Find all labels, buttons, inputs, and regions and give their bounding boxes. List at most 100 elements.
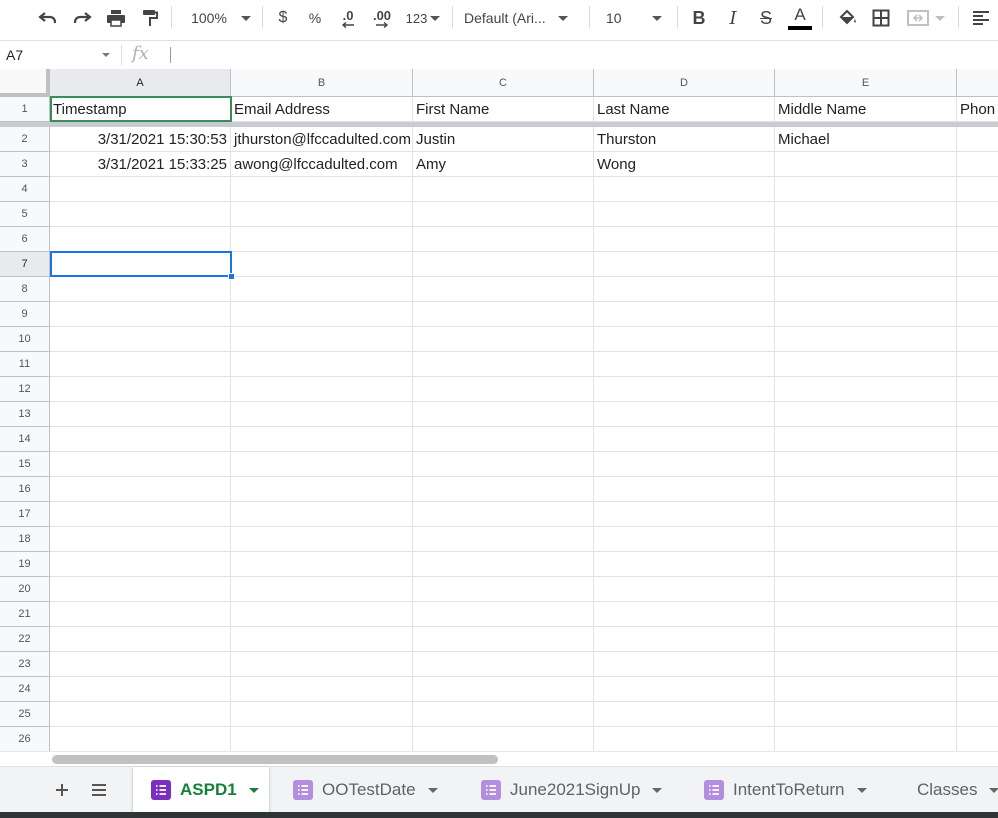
cell[interactable] (50, 377, 231, 402)
row-header-2[interactable]: 2 (0, 127, 50, 152)
cell[interactable] (957, 477, 998, 502)
cell[interactable] (957, 377, 998, 402)
cell[interactable] (231, 577, 413, 602)
row-header-14[interactable]: 14 (0, 427, 50, 452)
row-header-21[interactable]: 21 (0, 602, 50, 627)
cell[interactable] (231, 502, 413, 527)
sheet-tab-classes[interactable]: Classes (897, 767, 998, 813)
cell[interactable] (957, 727, 998, 751)
cell[interactable] (413, 602, 594, 627)
sheet-tab-aspd1[interactable]: ASPD1 (133, 767, 269, 813)
cell[interactable] (413, 302, 594, 327)
cell[interactable] (957, 552, 998, 577)
cell[interactable] (775, 352, 957, 377)
cell[interactable] (594, 727, 775, 751)
fill-color-icon[interactable] (834, 0, 860, 36)
cell[interactable] (957, 652, 998, 677)
name-box[interactable]: A7 (4, 45, 114, 65)
cell[interactable] (775, 702, 957, 727)
cell[interactable] (413, 477, 594, 502)
row-header-19[interactable]: 19 (0, 552, 50, 577)
data-cell[interactable] (775, 152, 957, 177)
cell[interactable] (775, 677, 957, 702)
cell[interactable] (231, 202, 413, 227)
cell[interactable] (231, 302, 413, 327)
row-header-1[interactable]: 1 (0, 97, 50, 122)
cell[interactable] (594, 327, 775, 352)
cell[interactable] (594, 677, 775, 702)
cell[interactable] (50, 527, 231, 552)
row-header-17[interactable]: 17 (0, 502, 50, 527)
horizontal-scrollbar[interactable] (0, 751, 998, 766)
cell[interactable] (231, 652, 413, 677)
cell[interactable] (50, 552, 231, 577)
header-cell[interactable]: Phon (957, 97, 998, 122)
paint-format-icon[interactable] (136, 0, 164, 36)
add-sheet-button[interactable] (50, 778, 74, 802)
row-header-15[interactable]: 15 (0, 452, 50, 477)
cell[interactable] (775, 302, 957, 327)
cell[interactable] (775, 527, 957, 552)
chevron-down-icon[interactable] (652, 787, 663, 793)
sheet-tab-ootestdate[interactable]: OOTestDate (275, 767, 461, 813)
cell[interactable] (50, 627, 231, 652)
cell[interactable] (775, 452, 957, 477)
cell[interactable] (50, 427, 231, 452)
cell[interactable] (775, 202, 957, 227)
cell[interactable] (594, 402, 775, 427)
cell[interactable] (775, 177, 957, 202)
print-icon[interactable] (102, 0, 130, 36)
formula-input[interactable] (170, 47, 171, 63)
cell[interactable] (594, 602, 775, 627)
sheet-tab-june2021signup[interactable]: June2021SignUp (463, 767, 683, 813)
cell[interactable] (957, 527, 998, 552)
cell[interactable] (957, 302, 998, 327)
borders-icon[interactable] (868, 0, 894, 36)
data-cell[interactable]: awong@lfccadulted.com (231, 152, 413, 177)
cell[interactable] (231, 602, 413, 627)
cell[interactable] (50, 352, 231, 377)
text-color-button[interactable]: A (786, 0, 814, 36)
row-header-11[interactable]: 11 (0, 352, 50, 377)
row-header-7[interactable]: 7 (0, 252, 50, 277)
redo-icon[interactable] (68, 0, 96, 36)
select-all-corner[interactable] (0, 69, 50, 97)
column-header-f[interactable] (957, 69, 998, 97)
align-left-icon[interactable] (968, 0, 994, 36)
cell[interactable] (231, 177, 413, 202)
zoom-select[interactable]: 100% (186, 0, 256, 36)
cell[interactable] (775, 427, 957, 452)
cell[interactable] (231, 427, 413, 452)
cell[interactable] (594, 477, 775, 502)
cell[interactable] (231, 227, 413, 252)
row-header-4[interactable]: 4 (0, 177, 50, 202)
cell[interactable] (775, 327, 957, 352)
percent-format-button[interactable]: % (304, 0, 326, 36)
cell[interactable] (413, 227, 594, 252)
row-header-6[interactable]: 6 (0, 227, 50, 252)
data-cell[interactable]: Amy (413, 152, 594, 177)
cell[interactable] (413, 427, 594, 452)
cell[interactable] (50, 277, 231, 302)
chevron-down-icon[interactable] (427, 787, 438, 793)
cell[interactable] (594, 527, 775, 552)
chevron-down-icon[interactable] (248, 787, 259, 793)
cell[interactable] (50, 402, 231, 427)
cell[interactable] (231, 352, 413, 377)
column-header-e[interactable]: E (775, 69, 957, 97)
cell[interactable] (594, 252, 775, 277)
frozen-row-divider[interactable] (0, 122, 998, 127)
cell[interactable] (231, 477, 413, 502)
cell[interactable] (775, 602, 957, 627)
column-header-a[interactable]: A (50, 69, 231, 97)
cell[interactable] (957, 627, 998, 652)
cell[interactable] (957, 352, 998, 377)
data-cell[interactable]: 3/31/2021 15:30:53 (50, 127, 231, 152)
cell[interactable] (957, 177, 998, 202)
cell[interactable] (594, 502, 775, 527)
cell[interactable] (50, 652, 231, 677)
cell[interactable] (775, 227, 957, 252)
cell[interactable] (413, 202, 594, 227)
merge-cells-icon[interactable] (904, 0, 948, 36)
row-header-25[interactable]: 25 (0, 702, 50, 727)
